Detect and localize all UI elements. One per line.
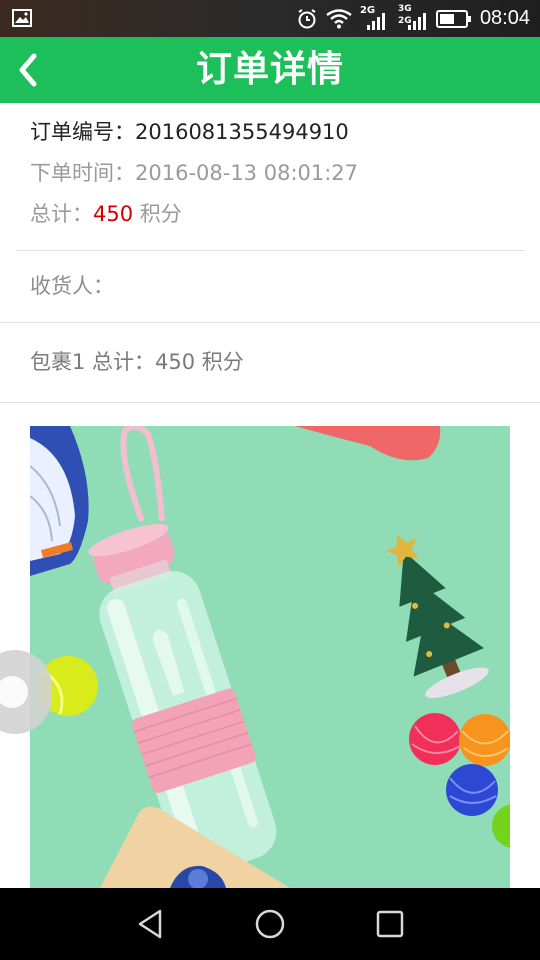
divider	[0, 322, 540, 323]
nav-back-button[interactable]	[132, 906, 168, 942]
square-recents-icon	[376, 910, 404, 938]
signal-3g-icon: 3G 2G	[398, 4, 428, 31]
image-icon	[12, 9, 32, 27]
order-number-row: 订单编号：2016081355494910	[30, 117, 520, 158]
wifi-icon	[326, 8, 352, 28]
triangle-back-icon	[138, 909, 162, 939]
status-bar: 2G 3G 2G 08:04	[0, 0, 540, 37]
status-time: 08:04	[479, 7, 530, 29]
alarm-icon	[298, 8, 316, 28]
product-image[interactable]	[30, 426, 510, 888]
floating-assist-dot	[0, 676, 28, 708]
order-number-value: 2016081355494910	[135, 120, 349, 144]
circle-home-icon	[255, 909, 285, 939]
app-header: 订单详情	[0, 37, 540, 103]
order-number-label: 订单编号：	[30, 120, 135, 144]
order-total-unit: 积分	[133, 202, 182, 226]
signal-2g-icon: 2G	[360, 5, 390, 31]
battery-icon	[435, 9, 471, 28]
page-title: 订单详情	[195, 49, 344, 90]
divider	[16, 250, 525, 251]
order-time-row: 下单时间：2016-08-13 08:01:27	[30, 158, 520, 199]
order-time-value: 2016-08-13 08:01:27	[135, 161, 359, 185]
order-total-points: 450	[93, 202, 134, 226]
order-time-label: 下单时间：	[30, 161, 135, 185]
package-summary: 包裹1 总计：450 积分	[30, 350, 244, 374]
order-total-row: 总计：450 积分	[30, 199, 520, 240]
nav-recents-button[interactable]	[372, 906, 408, 942]
system-nav-bar	[0, 888, 540, 960]
order-total-label: 总计：	[30, 202, 93, 226]
order-info: 订单编号：2016081355494910 下单时间：2016-08-13 08…	[30, 117, 520, 240]
nav-home-button[interactable]	[252, 906, 288, 942]
receiver-label: 收货人：	[30, 274, 114, 298]
divider	[0, 402, 540, 403]
